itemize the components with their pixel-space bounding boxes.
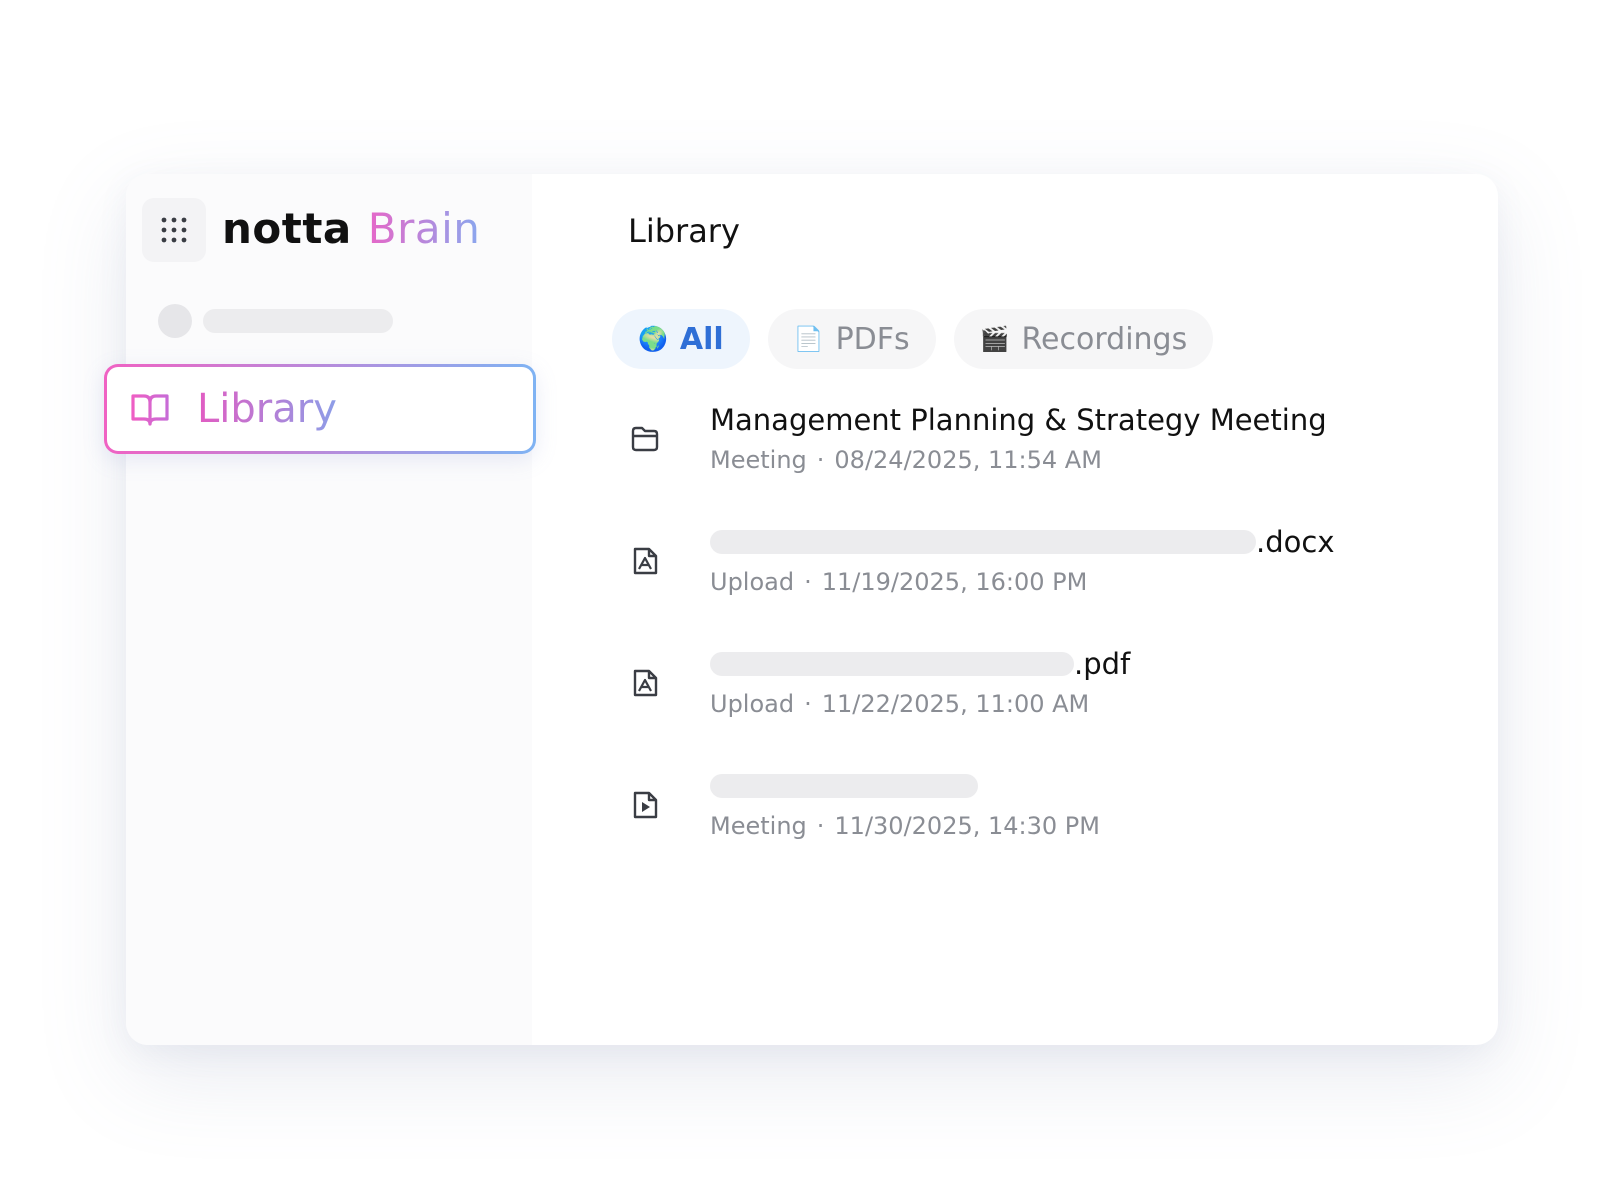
pdf-file-icon	[633, 547, 658, 575]
item-datetime: 08/24/2025, 11:54 AM	[834, 446, 1102, 474]
item-datetime: 11/22/2025, 11:00 AM	[821, 690, 1090, 718]
logo-brain: Brain	[367, 204, 481, 253]
item-source: Meeting	[710, 446, 807, 474]
document-icon: 📄	[793, 325, 824, 353]
item-meta: Meeting · 08/24/2025, 11:54 AM	[710, 446, 1102, 474]
apps-grid-button[interactable]	[142, 198, 206, 262]
item-meta: Upload · 11/22/2025, 11:00 AM	[710, 690, 1089, 718]
user-name-redacted	[203, 309, 393, 333]
item-source: Upload	[710, 568, 795, 596]
tab-pdfs[interactable]: 📄 PDFs	[767, 309, 936, 369]
item-source: Upload	[710, 690, 795, 718]
item-meta: Meeting · 11/30/2025, 14:30 PM	[710, 812, 1100, 840]
item-datetime: 11/30/2025, 14:30 PM	[834, 812, 1100, 840]
item-source: Meeting	[710, 812, 807, 840]
folder-icon	[631, 426, 659, 452]
tab-recordings[interactable]: 🎬 Recordings	[953, 309, 1214, 369]
meta-separator: ·	[804, 690, 812, 718]
item-title: .docx	[710, 524, 1334, 560]
page-title: Library	[628, 212, 740, 250]
meta-separator: ·	[816, 446, 825, 474]
item-title-redacted	[710, 652, 1074, 676]
sidebar-item-library[interactable]: Library	[104, 364, 536, 454]
app-window: notta Brain Library Library 🌍 All 📄 PDFs…	[107, 174, 1498, 1045]
sidebar: notta Brain Library	[107, 174, 533, 1045]
app-logo[interactable]: notta Brain	[222, 204, 480, 254]
globe-icon: 🌍	[638, 325, 668, 353]
list-item[interactable]: Management Planning & Strategy Meeting M…	[628, 402, 1448, 524]
tab-label: All	[679, 321, 724, 357]
sidebar-item-label: Library	[197, 386, 337, 432]
avatar	[158, 304, 192, 338]
meta-separator: ·	[816, 812, 825, 840]
list-item[interactable]: .docx Upload · 11/19/2025, 16:00 PM	[628, 524, 1448, 646]
tab-label: Recordings	[1021, 321, 1188, 357]
user-profile[interactable]	[158, 304, 393, 338]
logo-notta: notta	[222, 204, 352, 253]
tab-all[interactable]: 🌍 All	[612, 309, 750, 369]
clapperboard-icon: 🎬	[979, 325, 1010, 353]
item-title	[710, 768, 978, 804]
list-item[interactable]: Meeting · 11/30/2025, 14:30 PM	[628, 768, 1448, 890]
meta-separator: ·	[804, 568, 812, 596]
pdf-file-icon	[633, 669, 658, 697]
book-icon	[129, 388, 171, 430]
item-title: .pdf	[710, 646, 1130, 682]
library-list: Management Planning & Strategy Meeting M…	[628, 402, 1448, 890]
item-title-redacted	[710, 530, 1256, 554]
grid-icon	[161, 217, 187, 243]
item-meta: Upload · 11/19/2025, 16:00 PM	[710, 568, 1087, 596]
video-file-icon	[633, 791, 658, 819]
item-title: Management Planning & Strategy Meeting	[710, 403, 1327, 437]
main-content: Library 🌍 All 📄 PDFs 🎬 Recordings Manage…	[532, 174, 1498, 1045]
item-title-redacted	[710, 774, 978, 798]
list-item[interactable]: .pdf Upload · 11/22/2025, 11:00 AM	[628, 646, 1448, 768]
tab-label: PDFs	[835, 321, 910, 357]
item-datetime: 11/19/2025, 16:00 PM	[821, 568, 1088, 596]
filter-tabs: 🌍 All 📄 PDFs 🎬 Recordings	[612, 309, 1231, 369]
